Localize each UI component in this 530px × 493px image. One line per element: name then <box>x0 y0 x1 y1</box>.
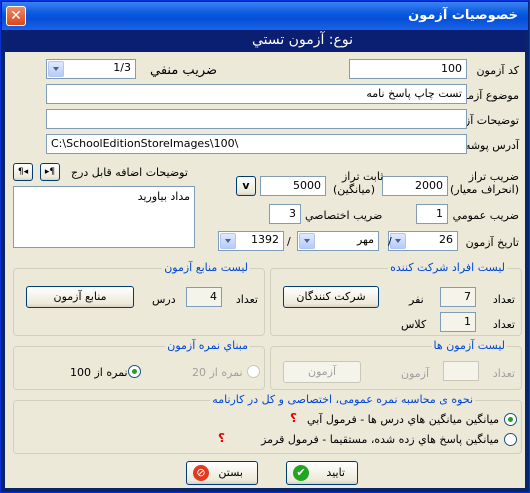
negative-coef-select[interactable]: 1/3 <box>46 59 136 79</box>
date-day-value: 26 <box>439 233 453 246</box>
score-base-group: مبناي نمره آزمون نمره از 20 نمره از 100 <box>13 339 265 390</box>
dialog-body: نوع: آزمون تستي کد آزمون 100 ضريب منفي 1… <box>5 30 525 488</box>
lesson-unit-label: درس <box>152 293 176 306</box>
date-year-select[interactable]: 1392 <box>218 231 284 251</box>
help-icon[interactable]: ؟ <box>290 411 297 425</box>
calc-option1-label: ميانگين ميانگين هاي درس ها - فرمول آبي <box>307 413 499 426</box>
exam-type-header: نوع: آزمون تستي <box>5 30 525 52</box>
score-100-label: نمره از 100 <box>70 366 128 379</box>
check-icon: ✔ <box>293 465 309 481</box>
tests-button[interactable]: آزمون <box>283 361 361 383</box>
person-count-field: 7 <box>440 287 476 307</box>
ok-button[interactable]: ✔ تاييد <box>286 461 358 485</box>
sources-group: ليست منابع آزمون تعداد 4 درس منابع آزمون <box>13 261 265 336</box>
tests-count-label: تعداد <box>492 367 515 380</box>
score-20-radio[interactable] <box>247 365 260 378</box>
extra-desc-label: توضيحات اضافه قابل درج <box>71 166 188 179</box>
date-day-select[interactable]: 26 <box>388 231 458 251</box>
date-month-select[interactable]: مهر <box>297 231 379 251</box>
tests-title: ليست آزمون ها <box>431 339 507 352</box>
calc-method-title: نحوه ی محاسبه نمره عمومی، اختصاصی و کل د… <box>210 393 475 406</box>
description-input[interactable] <box>46 109 467 129</box>
score-20-label: نمره از 20 <box>192 366 243 379</box>
tests-count-field <box>443 361 479 381</box>
balance-coef-input[interactable]: 2000 <box>382 176 448 196</box>
balance-coef-sublabel: (انحراف معيار) <box>449 183 519 196</box>
chevron-down-icon[interactable] <box>220 233 236 249</box>
balance-const-label: ثابت تراز <box>342 170 384 183</box>
close-label: بستن <box>218 466 243 479</box>
folder-input[interactable]: C:\SchoolEditionStoreImages\100\ <box>46 134 467 154</box>
special-coef-input[interactable]: 3 <box>269 204 301 224</box>
class-unit-label: کلاس <box>401 318 427 331</box>
calc-option2-label: ميانگين پاسخ هاي زده شده، مستقيما - فرمو… <box>261 433 499 446</box>
tests-unit-label: آزمون <box>401 367 430 380</box>
subject-input[interactable]: تست چاپ پاسخ نامه <box>46 84 467 104</box>
extra-desc-textarea[interactable]: مداد بياوريد <box>13 186 195 248</box>
dialog-window: خصوصيات آزمون ✕ نوع: آزمون تستي کد آزمون… <box>0 0 530 493</box>
chevron-down-icon[interactable] <box>299 233 315 249</box>
calc-option1-radio[interactable] <box>504 413 517 426</box>
help-icon[interactable]: ؟ <box>218 431 225 445</box>
score-base-title: مبناي نمره آزمون <box>165 339 250 352</box>
balance-const-sublabel: (ميانگين) <box>333 183 375 196</box>
sources-title: ليست منابع آزمون <box>162 261 250 274</box>
lesson-count-field: 4 <box>186 287 222 307</box>
sources-button[interactable]: منابع آزمون <box>26 286 134 308</box>
date-separator: / <box>287 235 291 248</box>
close-icon[interactable]: ✕ <box>6 6 26 26</box>
calc-option2-radio[interactable] <box>504 433 517 446</box>
ok-label: تاييد <box>326 466 345 479</box>
special-coef-label: ضريب اختصاصي <box>305 209 383 222</box>
close-button[interactable]: ⊘ بستن <box>186 461 258 485</box>
negative-coef-value: 1/3 <box>113 61 131 74</box>
class-count-field: 1 <box>440 312 476 332</box>
participants-count-label-2: تعداد <box>492 318 515 331</box>
code-label: کد آزمون <box>476 64 519 77</box>
participants-group: ليست افراد شرکت کننده تعداد 7 نفر تعداد … <box>270 261 522 336</box>
date-label: تاريخ آزمون <box>465 236 519 249</box>
score-100-radio[interactable] <box>128 365 141 378</box>
code-input[interactable]: 100 <box>349 59 467 79</box>
date-separator: / <box>388 235 392 248</box>
date-month-value: مهر <box>356 233 374 246</box>
participants-title: ليست افراد شرکت کننده <box>388 261 507 274</box>
exam-type-label: نوع: آزمون تستي <box>251 32 353 48</box>
chevron-down-icon[interactable] <box>390 233 406 249</box>
calc-method-group: نحوه ی محاسبه نمره عمومی، اختصاصی و کل د… <box>13 393 522 454</box>
window-title: خصوصيات آزمون <box>408 8 518 23</box>
chevron-down-icon[interactable] <box>48 61 64 77</box>
ltr-paragraph-icon[interactable]: ▸¶ <box>40 163 60 181</box>
folder-label: آدرس پوشه <box>464 139 519 152</box>
participants-button[interactable]: شرکت کنندگان <box>283 286 379 308</box>
date-year-value: 1392 <box>251 233 279 246</box>
tests-group: ليست آزمون ها تعداد آزمون آزمون <box>270 339 522 390</box>
balance-coef-label: ضريب تراز <box>468 170 519 183</box>
general-coef-input[interactable]: 1 <box>416 204 448 224</box>
rtl-paragraph-icon[interactable]: ¶◂ <box>13 163 33 181</box>
balance-const-input[interactable]: 5000 <box>260 176 326 196</box>
general-coef-label: ضريب عمومي <box>452 209 519 222</box>
title-bar: خصوصيات آزمون ✕ <box>2 2 528 30</box>
participants-count-label: تعداد <box>492 293 515 306</box>
negative-coef-label: ضريب منفي <box>150 63 218 78</box>
sources-count-label: تعداد <box>235 293 258 306</box>
cancel-icon: ⊘ <box>193 465 209 481</box>
v-button[interactable]: v <box>236 176 256 196</box>
person-unit-label: نفر <box>409 293 424 306</box>
